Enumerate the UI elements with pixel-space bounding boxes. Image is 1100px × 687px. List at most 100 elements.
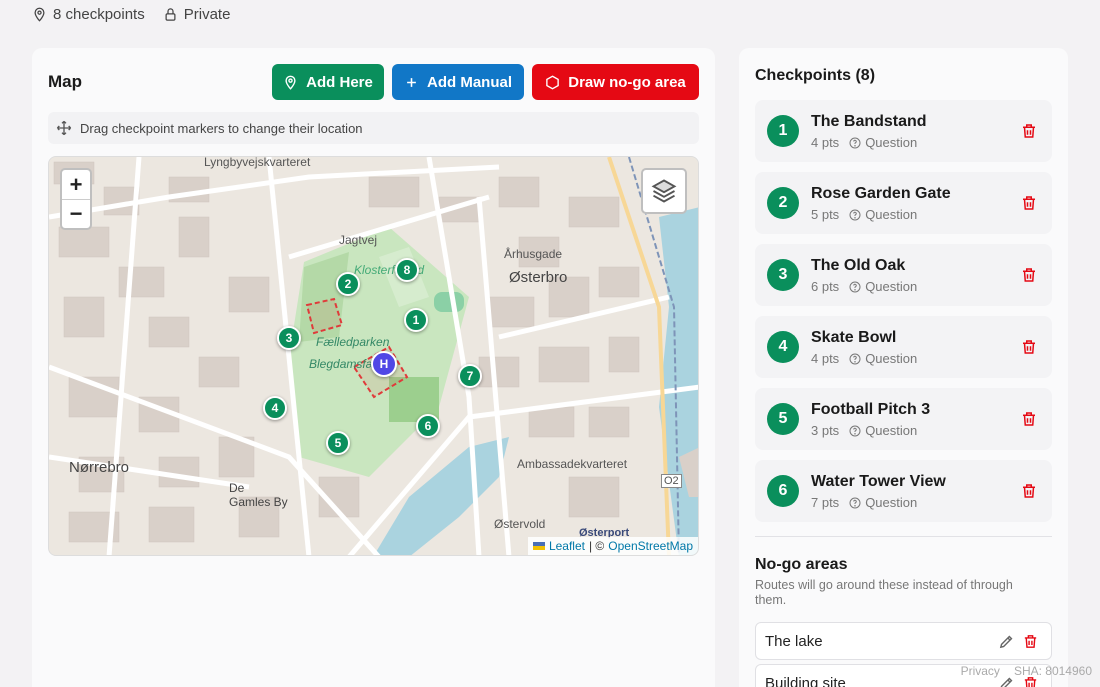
sha-text: SHA: 8014960 [1013, 664, 1092, 678]
map-pin-icon [34, 7, 45, 22]
drag-hint: Drag checkpoint markers to change their … [48, 112, 699, 144]
trash-icon[interactable] [1020, 410, 1038, 428]
checkpoint-name: Rose Garden Gate [811, 185, 951, 202]
add-manual-label: Add Manual [427, 73, 512, 91]
map-attribution: Leaflet | © OpenStreetMap [527, 537, 698, 555]
trash-icon[interactable] [1022, 633, 1039, 650]
checkpoint-item[interactable]: 2 Rose Garden Gate 5 pts Question [755, 172, 1052, 234]
map-label-norrebro: Nørrebro [69, 459, 130, 476]
checkpoint-name: The Bandstand [811, 113, 927, 130]
add-here-button[interactable]: Add Here [272, 64, 384, 100]
checkpoint-meta: 3 pts Question [811, 423, 917, 438]
map-label-gamles: De Gamles By [229, 481, 288, 509]
zoom-out-button[interactable]: − [62, 199, 90, 228]
zoom-in-button[interactable]: + [62, 170, 90, 199]
checkpoint-name: Skate Bowl [811, 329, 897, 346]
nogo-description: Routes will go around these instead of t… [755, 578, 1013, 607]
checkpoint-points: 4 pts [811, 351, 840, 366]
checkpoint-item[interactable]: 4 Skate Bowl 4 pts Question [755, 316, 1052, 378]
checkpoint-points: 3 pts [811, 423, 840, 438]
privacy-link[interactable]: Privacy [961, 664, 1000, 678]
question-icon [849, 209, 861, 220]
checkpoint-points: 7 pts [811, 495, 840, 510]
map-label-ambassade: Ambassadekvarteret [517, 457, 628, 471]
footer: Privacy SHA: 8014960 [961, 664, 1092, 678]
checkpoints-title: Checkpoints (8) [755, 67, 876, 84]
checkpoint-number: 3 [767, 259, 799, 291]
draw-nogo-button[interactable]: Draw no-go area [532, 64, 699, 100]
trash-icon[interactable] [1020, 338, 1038, 356]
question-icon [849, 497, 861, 508]
visibility-text: Private [183, 5, 231, 23]
nogo-item-label: Building site [765, 674, 846, 687]
trash-icon[interactable] [1020, 194, 1038, 212]
checkpoint-type: Question [865, 423, 918, 438]
checkpoint-type: Question [865, 207, 918, 222]
checkpoint-marker-7[interactable]: 7 [458, 364, 482, 388]
question-icon [849, 425, 861, 436]
checkpoint-meta: 5 pts Question [811, 207, 917, 222]
checkpoint-points: 5 pts [811, 207, 840, 222]
map-label-lyngby: Lyngbyvejskvarteret [204, 156, 311, 169]
flag-icon [532, 542, 545, 550]
checkpoint-count: 8 checkpoints [32, 6, 145, 23]
nogo-item-label: The lake [765, 632, 823, 650]
map-pin-icon [285, 75, 296, 90]
layers-button[interactable] [641, 168, 687, 214]
checkpoint-item[interactable]: 6 Water Tower View 7 pts Question [755, 460, 1052, 522]
checkpoint-meta: 4 pts Question [811, 135, 917, 150]
map-label-park: Fælledparken [316, 335, 390, 349]
map-label-o2: O2 [661, 474, 682, 488]
attribution-separator: | © [588, 539, 605, 553]
map-view[interactable]: Lyngbyvejskvarteret Jagtvej Klosterfælle… [48, 156, 699, 556]
visibility-indicator: Private [163, 5, 231, 23]
pencil-icon[interactable] [998, 633, 1015, 650]
checkpoint-number: 6 [767, 475, 799, 507]
map-label-ostervold: Østervold [494, 517, 546, 531]
add-here-label: Add Here [306, 73, 373, 91]
trash-icon[interactable] [1020, 122, 1038, 140]
checkpoint-marker-6[interactable]: 6 [416, 414, 440, 438]
checkpoint-marker-4[interactable]: 4 [263, 396, 287, 420]
trash-icon[interactable] [1020, 266, 1038, 284]
checkpoint-name: Football Pitch 3 [811, 401, 931, 418]
checkpoint-marker-3[interactable]: 3 [277, 326, 301, 350]
checkpoint-marker-5[interactable]: 5 [326, 431, 350, 455]
trash-icon[interactable] [1020, 482, 1038, 500]
lock-icon [165, 7, 176, 21]
osm-link[interactable]: OpenStreetMap [608, 539, 693, 553]
home-marker[interactable]: H [371, 351, 397, 377]
question-icon [849, 137, 861, 148]
checkpoint-list: 1 The Bandstand 4 pts Question 2 Rose Garden … [755, 100, 1052, 532]
checkpoint-type: Question [865, 279, 918, 294]
nogo-title: No-go areas [755, 556, 848, 573]
map-label-arhusgade: Århusgade [504, 247, 563, 261]
divider [755, 536, 1052, 537]
page-meta: 8 checkpoints Private [32, 4, 230, 24]
checkpoint-marker-2[interactable]: 2 [336, 272, 360, 296]
draw-nogo-label: Draw no-go area [568, 73, 686, 91]
add-manual-button[interactable]: Add Manual [392, 64, 524, 100]
checkpoint-item[interactable]: 1 The Bandstand 4 pts Question [755, 100, 1052, 162]
checkpoint-marker-1[interactable]: 1 [404, 308, 428, 332]
checkpoints-panel: Checkpoints (8) 1 The Bandstand 4 pts Quest… [739, 48, 1068, 687]
map-label-osterbro: Østerbro [509, 269, 568, 286]
layers-icon [651, 179, 677, 203]
checkpoint-name: Water Tower View [811, 473, 946, 490]
checkpoint-marker-8[interactable]: 8 [395, 258, 419, 282]
checkpoint-number: 2 [767, 187, 799, 219]
checkpoint-meta: 4 pts Question [811, 351, 917, 366]
plus-icon [407, 77, 416, 87]
checkpoint-item[interactable]: 5 Football Pitch 3 3 pts Question [755, 388, 1052, 450]
checkpoint-type: Question [865, 135, 918, 150]
checkpoint-type: Question [865, 351, 918, 366]
leaflet-link[interactable]: Leaflet [549, 539, 585, 553]
question-icon [849, 281, 861, 292]
map-label-jagtvej: Jagtvej [339, 233, 378, 247]
nogo-item[interactable]: The lake [755, 622, 1052, 660]
move-icon [56, 120, 72, 136]
checkpoint-count-text: 8 checkpoints [53, 5, 145, 23]
checkpoint-meta: 6 pts Question [811, 279, 917, 294]
checkpoint-points: 4 pts [811, 135, 840, 150]
checkpoint-item[interactable]: 3 The Old Oak 6 pts Question [755, 244, 1052, 306]
